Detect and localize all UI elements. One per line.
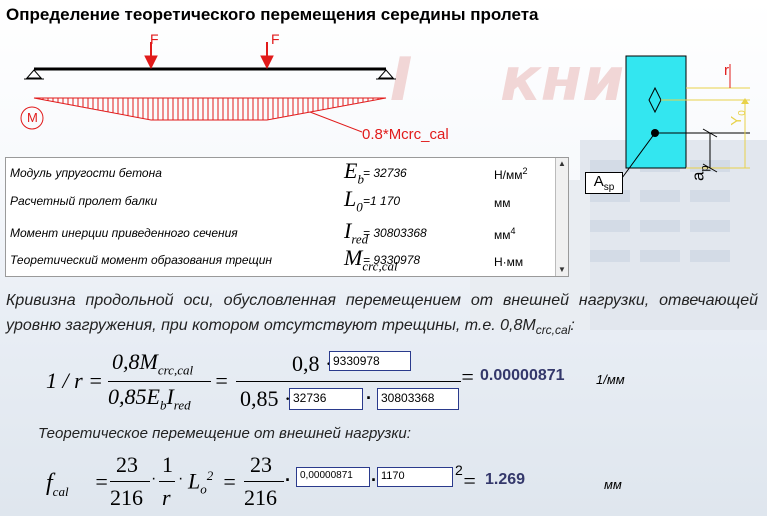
section-ap-label: ap	[688, 165, 711, 181]
curvature-lhs: 1 / r =	[46, 368, 104, 393]
curvature-unit: 1/мм	[596, 372, 625, 387]
param-row-eb: Модуль упругости бетона Eb = 32736 Н/мм2	[10, 158, 528, 187]
deflection-L: Lo2	[188, 468, 214, 497]
fraction-line-2	[236, 381, 461, 382]
deflection-one: 1	[162, 452, 173, 477]
param-row-l0: Расчетный пролет балки L0 =1 170 мм	[10, 186, 511, 215]
moment-diagram-label: 0.8*Mcrc_cal	[362, 126, 449, 143]
curvature-input[interactable]: 0,00000871	[296, 467, 370, 487]
fraction-line-4	[159, 481, 175, 482]
deflection-equals-2: =	[222, 469, 237, 494]
fraction-line-1	[108, 381, 211, 382]
deflection-frac-den: 216	[110, 485, 143, 510]
right-support-icon	[376, 69, 396, 80]
force-label-left: F	[150, 31, 159, 47]
multiply-dot-3: ·	[178, 470, 184, 487]
curvature-numerator: 0,8Mcrc,cal	[112, 349, 194, 378]
section-y0-label: Y0	[727, 110, 748, 126]
ired-input[interactable]: 30803368	[377, 388, 459, 410]
param-row-mcrc: Теоретический момент образования трещин …	[10, 245, 524, 274]
deflection-equals-3: =	[462, 468, 477, 493]
section-asp-label: Asp	[585, 172, 623, 194]
multiply-dot: ·	[366, 388, 372, 408]
moment-label: M	[27, 110, 38, 125]
multiply-dot-2: ·	[151, 470, 157, 487]
curvature-den-coef: 0,85 ·	[240, 386, 292, 411]
section-r-label: r	[724, 62, 729, 79]
deflection-num2: 23	[250, 452, 272, 477]
parameters-panel: Модуль упругости бетона Eb = 32736 Н/мм2…	[5, 157, 569, 277]
fraction-line-3	[110, 481, 150, 482]
deflection-lhs: fcal	[46, 470, 69, 499]
deflection-frac-num: 23	[116, 452, 138, 477]
deflection-den2: 216	[244, 485, 277, 510]
moment-diagram	[33, 97, 387, 121]
deflection-subtitle: Теоретическое перемещение от внешней наг…	[38, 425, 411, 442]
deflection-equals-1: =	[94, 469, 109, 494]
curvature-num-coef: 0,8 ·	[292, 351, 333, 376]
panel-scrollbar[interactable]: ▲ ▼	[555, 158, 568, 276]
deflection-unit: мм	[604, 477, 622, 492]
param-row-ired: Момент инерции приведенного сечения Ired…	[10, 218, 516, 247]
scroll-up-icon[interactable]: ▲	[557, 159, 567, 169]
span-input[interactable]: 1170	[377, 467, 453, 487]
multiply-dot-4: ·	[285, 470, 291, 490]
curvature-equals-2: =	[460, 364, 475, 389]
curvature-description: Кривизна продольной оси, обусловленная п…	[6, 292, 758, 338]
curvature-denominator: 0,85EbIred	[108, 384, 191, 413]
deflection-r: r	[162, 485, 171, 510]
curvature-equals-1: =	[214, 368, 229, 393]
deflection-result: 1.269	[485, 471, 526, 488]
left-support-icon	[24, 69, 44, 80]
page-title: Определение теоретического перемещения с…	[6, 5, 539, 24]
scroll-down-icon[interactable]: ▼	[557, 265, 567, 275]
eb-input[interactable]: 32736	[289, 388, 363, 410]
mcrc-input[interactable]: 9330978	[329, 351, 411, 371]
force-label-right: F	[271, 31, 280, 47]
fraction-line-5	[244, 481, 284, 482]
curvature-result: 0.00000871	[480, 367, 565, 384]
